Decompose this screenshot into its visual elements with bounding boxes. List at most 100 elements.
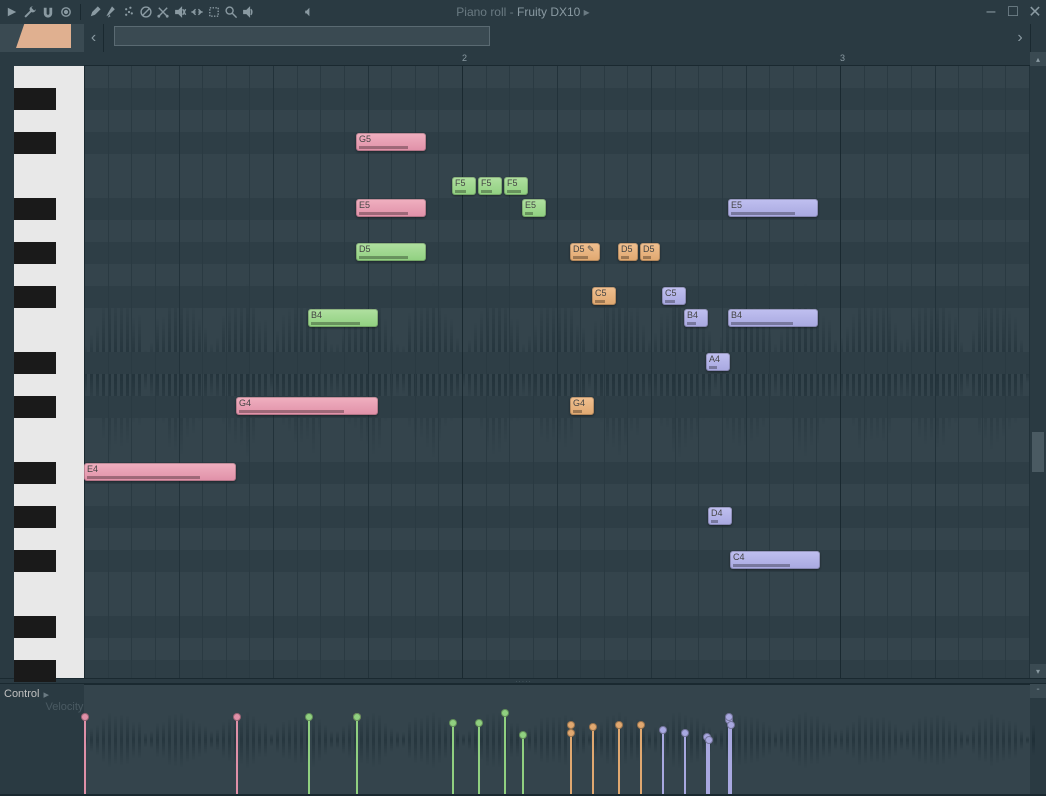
timeline-next-button[interactable]: › (1010, 24, 1030, 52)
note-e5[interactable]: E5 (728, 199, 818, 217)
velocity-marker[interactable] (684, 732, 686, 794)
piano-black-key[interactable] (14, 660, 56, 682)
grid-subline (533, 66, 534, 678)
velocity-marker[interactable] (504, 712, 506, 794)
piano-black-key[interactable] (14, 132, 56, 154)
timeline-options-button[interactable] (1030, 24, 1046, 52)
playback-tool-icon[interactable] (240, 4, 256, 20)
brush-tool-icon[interactable] (104, 4, 120, 20)
velocity-marker[interactable] (236, 716, 238, 794)
scroll-thumb[interactable] (1032, 432, 1044, 472)
note-b4[interactable]: B4 (308, 309, 378, 327)
velocity-marker[interactable] (84, 716, 86, 794)
overview-pattern-region[interactable] (114, 26, 490, 46)
note-b4[interactable]: B4 (684, 309, 708, 327)
velocity-marker[interactable] (708, 739, 710, 794)
velocity-marker[interactable] (730, 724, 732, 794)
velocity-editor[interactable] (84, 684, 1030, 794)
timeline-overview[interactable] (104, 24, 1010, 52)
control-collapse-button[interactable]: - (1030, 684, 1046, 698)
mute-tool-icon[interactable] (172, 4, 188, 20)
note-e5[interactable]: E5 (522, 199, 546, 217)
note-e5[interactable]: E5 (356, 199, 426, 217)
piano-black-key[interactable] (14, 286, 56, 308)
note-g5[interactable]: G5 (356, 133, 426, 151)
squeeze-tool-icon[interactable] (189, 4, 205, 20)
piano-black-key[interactable] (14, 462, 56, 484)
grid-subline (344, 66, 345, 678)
piano-black-key[interactable] (14, 242, 56, 264)
note-c5[interactable]: C5 (662, 287, 686, 305)
grid-subline (509, 66, 510, 678)
note-c5[interactable]: C5 (592, 287, 616, 305)
note-d5[interactable]: D5 (356, 243, 426, 261)
velocity-marker[interactable] (478, 722, 480, 794)
velocity-marker[interactable] (640, 724, 642, 794)
piano-black-key[interactable] (14, 352, 56, 374)
channel-tab[interactable] (16, 24, 71, 48)
magnet-icon[interactable] (40, 4, 56, 20)
timeline-prev-button[interactable]: ‹ (84, 24, 104, 52)
title-instrument[interactable]: Fruity DX10 (517, 5, 580, 19)
velocity-marker[interactable] (570, 732, 572, 794)
grid-subline (297, 66, 298, 678)
wrench-icon[interactable] (22, 4, 38, 20)
grid-subline (580, 66, 581, 678)
control-label-area: Control ▸ Velocity (0, 684, 84, 794)
note-e4[interactable]: E4 (84, 463, 236, 481)
control-mode-dropdown[interactable]: ▸ Velocity (43, 688, 83, 713)
grid-barline (840, 66, 841, 678)
spray-tool-icon[interactable] (121, 4, 137, 20)
zoom-tool-icon[interactable] (223, 4, 239, 20)
note-a4[interactable]: A4 (706, 353, 730, 371)
pencil-tool-icon[interactable] (87, 4, 103, 20)
note-f5[interactable]: F5 (504, 177, 528, 195)
note-grid-area[interactable]: 23 E4G4B4G5E5D5F5F5F5E5D5 ✎G4C5D5D5C5B4A… (84, 52, 1030, 678)
note-d4[interactable]: D4 (708, 507, 732, 525)
piano-black-key[interactable] (14, 506, 56, 528)
cut-tool-icon[interactable] (155, 4, 171, 20)
velocity-marker[interactable] (308, 716, 310, 794)
minimize-button[interactable]: – (984, 5, 998, 19)
grid-beatline (935, 66, 936, 678)
piano-black-key[interactable] (14, 550, 56, 572)
grid-subline (958, 66, 959, 678)
velocity-marker[interactable] (522, 734, 524, 794)
velocity-marker[interactable] (592, 726, 594, 794)
piano-black-key[interactable] (14, 396, 56, 418)
note-b4[interactable]: B4 (728, 309, 818, 327)
time-ruler[interactable]: 23 (84, 52, 1030, 66)
note-d5[interactable]: D5 ✎ (570, 243, 600, 261)
note-g4[interactable]: G4 (570, 397, 594, 415)
note-c4[interactable]: C4 (730, 551, 820, 569)
note-grid[interactable]: E4G4B4G5E5D5F5F5F5E5D5 ✎G4C5D5D5C5B4A4D4… (84, 66, 1030, 678)
play-dropdown-icon[interactable] (4, 4, 20, 20)
note-f5[interactable]: F5 (452, 177, 476, 195)
velocity-marker[interactable] (662, 729, 664, 794)
scroll-down-button[interactable]: ▾ (1030, 664, 1046, 678)
preview-audio-icon[interactable] (300, 4, 316, 20)
note-f5[interactable]: F5 (478, 177, 502, 195)
grid-subline (816, 66, 817, 678)
piano-keyboard[interactable] (14, 66, 84, 678)
velocity-marker[interactable] (356, 716, 358, 794)
piano-black-key[interactable] (14, 198, 56, 220)
record-icon[interactable] (58, 4, 74, 20)
title-suffix: ▸ (580, 5, 589, 19)
velocity-marker[interactable] (618, 724, 620, 794)
velocity-marker[interactable] (452, 722, 454, 794)
note-d5[interactable]: D5 (618, 243, 638, 261)
note-g4[interactable]: G4 (236, 397, 378, 415)
grid-subline (320, 66, 321, 678)
select-tool-icon[interactable] (206, 4, 222, 20)
cancel-tool-icon[interactable] (138, 4, 154, 20)
piano-black-key[interactable] (14, 88, 56, 110)
piano-black-key[interactable] (14, 616, 56, 638)
scroll-up-button[interactable]: ▴ (1030, 52, 1046, 66)
maximize-button[interactable]: □ (1006, 5, 1020, 19)
grid-subline (438, 66, 439, 678)
vertical-scrollbar[interactable]: ▴ ▾ (1030, 52, 1046, 678)
note-d5[interactable]: D5 (640, 243, 660, 261)
grid-barline (84, 66, 85, 678)
close-button[interactable]: ✕ (1028, 5, 1042, 19)
